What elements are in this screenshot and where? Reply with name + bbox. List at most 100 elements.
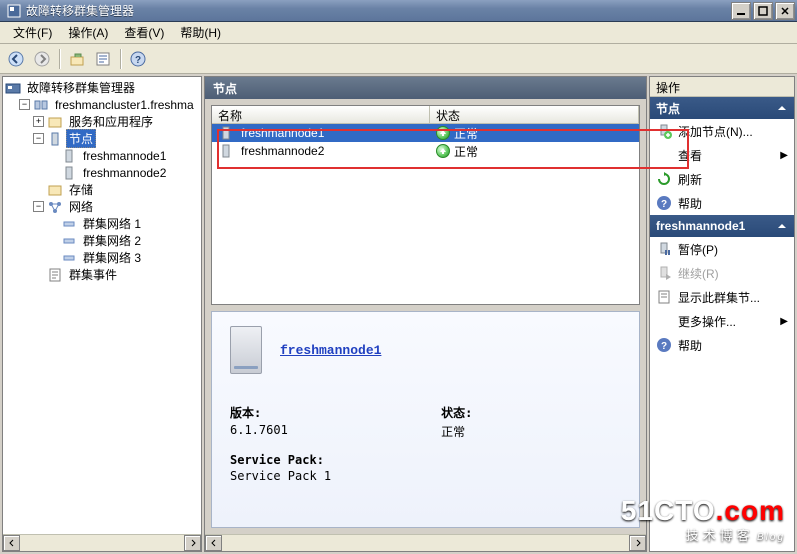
properties-button[interactable] xyxy=(91,47,115,71)
network-icon xyxy=(61,233,77,249)
tree-nodes[interactable]: − 节点 xyxy=(5,130,201,147)
category-label: 节点 xyxy=(656,100,680,117)
detail-node-link[interactable]: freshmannode1 xyxy=(280,343,381,358)
action-resume[interactable]: 继续(R) xyxy=(650,261,794,285)
expander-icon[interactable]: − xyxy=(33,201,44,212)
toolbar-separator xyxy=(120,49,121,69)
action-label: 添加节点(N)... xyxy=(678,123,753,140)
scroll-track[interactable] xyxy=(222,535,629,551)
node-list: 名称 状态 freshmannode1 正常 xyxy=(211,105,640,305)
collapse-icon xyxy=(776,220,788,232)
row-name: freshmannode1 xyxy=(241,126,324,140)
action-pane-title: 操作 xyxy=(650,77,794,97)
help-icon: ? xyxy=(656,337,672,353)
close-button[interactable] xyxy=(775,2,795,20)
help-button[interactable]: ? xyxy=(126,47,150,71)
expander-icon[interactable]: − xyxy=(19,99,30,110)
add-node-icon xyxy=(656,123,672,139)
action-label: 刷新 xyxy=(678,171,702,188)
blank-icon xyxy=(656,147,672,163)
menu-help[interactable]: 帮助(H) xyxy=(172,22,229,43)
column-status[interactable]: 状态 xyxy=(430,106,639,123)
list-row[interactable]: freshmannode2 正常 xyxy=(212,142,639,160)
sp-label: Service Pack: xyxy=(230,453,331,467)
tree-root-label: 故障转移群集管理器 xyxy=(24,78,138,97)
menu-file[interactable]: 文件(F) xyxy=(5,22,60,43)
status-up-icon xyxy=(436,126,450,140)
up-button[interactable] xyxy=(65,47,89,71)
app-icon xyxy=(6,3,22,19)
action-show-events[interactable]: 显示此群集节... xyxy=(650,285,794,309)
events-icon xyxy=(656,289,672,305)
tree-net3[interactable]: 群集网络 3 xyxy=(5,249,201,266)
action-label: 继续(R) xyxy=(678,265,719,282)
tree-networks[interactable]: − 网络 xyxy=(5,198,201,215)
maximize-button[interactable] xyxy=(753,2,773,20)
detail-area: freshmannode1 版本: 6.1.7601 Service Pack:… xyxy=(211,311,640,528)
scroll-left-button[interactable] xyxy=(205,535,222,551)
list-row[interactable]: freshmannode1 正常 xyxy=(212,124,639,142)
tree-services[interactable]: + 服务和应用程序 xyxy=(5,113,201,130)
action-add-node[interactable]: 添加节点(N)... xyxy=(650,119,794,143)
network-icon xyxy=(61,250,77,266)
svg-text:?: ? xyxy=(135,55,141,66)
networks-icon xyxy=(47,199,63,215)
action-pause[interactable]: 暂停(P) xyxy=(650,237,794,261)
server-icon xyxy=(61,165,77,181)
scroll-track[interactable] xyxy=(20,535,184,551)
tree-net1[interactable]: 群集网络 1 xyxy=(5,215,201,232)
menu-view[interactable]: 查看(V) xyxy=(116,22,172,43)
services-icon xyxy=(47,114,63,130)
resume-icon xyxy=(656,265,672,281)
server-icon xyxy=(218,125,234,141)
scroll-right-button[interactable] xyxy=(184,535,201,551)
action-label: 帮助 xyxy=(678,195,702,212)
workspace: 故障转移群集管理器 − freshmancluster1.freshma + 服… xyxy=(0,74,797,554)
action-category-node[interactable]: freshmannode1 xyxy=(650,215,794,237)
server-large-icon xyxy=(230,326,262,374)
tree-scrollbar[interactable] xyxy=(3,534,201,551)
submenu-arrow-icon: ▶ xyxy=(780,316,788,327)
tree-scroll[interactable]: 故障转移群集管理器 − freshmancluster1.freshma + 服… xyxy=(3,77,201,534)
tree-events[interactable]: 群集事件 xyxy=(5,266,201,283)
tree-storage[interactable]: 存储 xyxy=(5,181,201,198)
minimize-button[interactable] xyxy=(731,2,751,20)
server-icon xyxy=(61,148,77,164)
action-refresh[interactable]: 刷新 xyxy=(650,167,794,191)
column-name[interactable]: 名称 xyxy=(212,106,430,123)
tree-cluster[interactable]: − freshmancluster1.freshma xyxy=(5,96,201,113)
action-category-nodes[interactable]: 节点 xyxy=(650,97,794,119)
back-button[interactable] xyxy=(4,47,28,71)
network-icon xyxy=(61,216,77,232)
action-pane: 操作 节点 添加节点(N)... 查看 ▶ 刷新 ? 帮助 freshmanno… xyxy=(649,76,795,552)
category-label: freshmannode1 xyxy=(656,219,745,233)
tree-node1-label: freshmannode1 xyxy=(80,148,169,164)
action-more[interactable]: 更多操作... ▶ xyxy=(650,309,794,333)
collapse-icon xyxy=(776,102,788,114)
scroll-left-button[interactable] xyxy=(3,535,20,551)
svg-text:?: ? xyxy=(661,199,667,210)
action-help1[interactable]: ? 帮助 xyxy=(650,191,794,215)
expander-icon[interactable]: − xyxy=(33,133,44,144)
action-view[interactable]: 查看 ▶ xyxy=(650,143,794,167)
blank-icon xyxy=(656,313,672,329)
tree-net2[interactable]: 群集网络 2 xyxy=(5,232,201,249)
row-name: freshmannode2 xyxy=(241,144,324,158)
tree-node1[interactable]: freshmannode1 xyxy=(5,147,201,164)
forward-button[interactable] xyxy=(30,47,54,71)
tree-node2[interactable]: freshmannode2 xyxy=(5,164,201,181)
expander-icon[interactable]: + xyxy=(33,116,44,127)
tree-root[interactable]: 故障转移群集管理器 xyxy=(5,79,201,96)
events-icon xyxy=(47,267,63,283)
action-label: 显示此群集节... xyxy=(678,289,760,306)
center-scrollbar[interactable] xyxy=(205,534,646,551)
list-header: 名称 状态 xyxy=(212,106,639,124)
scroll-right-button[interactable] xyxy=(629,535,646,551)
tree-cluster-label: freshmancluster1.freshma xyxy=(52,97,197,113)
action-help2[interactable]: ? 帮助 xyxy=(650,333,794,357)
row-status: 正常 xyxy=(454,143,478,160)
version-value: 6.1.7601 xyxy=(230,423,331,437)
tree-pane: 故障转移群集管理器 − freshmancluster1.freshma + 服… xyxy=(2,76,202,552)
cluster-icon xyxy=(33,97,49,113)
menu-action[interactable]: 操作(A) xyxy=(60,22,116,43)
